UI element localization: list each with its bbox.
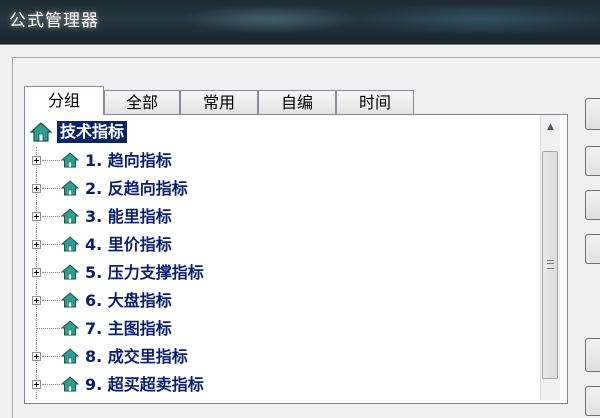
tree-item[interactable]: 1. 趋向指标: [25, 147, 545, 175]
side-button-5[interactable]: [585, 338, 600, 372]
tree-item-label[interactable]: 4. 里价指标: [85, 234, 172, 256]
side-button-1[interactable]: [585, 98, 600, 130]
tree-connector: [42, 356, 60, 357]
tree-item[interactable]: 4. 里价指标: [25, 231, 545, 259]
tree-item-label[interactable]: 5. 压力支撑指标: [85, 262, 204, 284]
tree-connector: [36, 328, 60, 329]
side-button-6[interactable]: [585, 386, 600, 416]
tree-connector: [42, 216, 60, 217]
tree-connector: [42, 272, 60, 273]
tree-connector: [42, 384, 60, 385]
expand-plus-icon[interactable]: [32, 184, 41, 193]
home-icon: [60, 208, 80, 228]
tree-item-label[interactable]: 3. 能里指标: [85, 206, 172, 228]
tab-group[interactable]: 分组: [24, 86, 104, 115]
expand-plus-icon[interactable]: [32, 352, 41, 361]
tree-connector: [42, 160, 60, 161]
tree-item-label[interactable]: 1. 趋向指标: [85, 150, 172, 172]
title-bar[interactable]: 公式管理器: [0, 0, 600, 44]
tree-item[interactable]: 6. 大盘指标: [25, 287, 545, 315]
tree-item-label[interactable]: 2. 反趋向指标: [85, 178, 188, 200]
tab-time[interactable]: 时间: [336, 90, 414, 114]
tree-item[interactable]: 3. 能里指标: [25, 203, 545, 231]
tree-connector: [42, 244, 60, 245]
home-icon: [60, 236, 80, 256]
expand-plus-icon[interactable]: [32, 212, 41, 221]
tree-connector: [36, 315, 37, 343]
expand-plus-icon[interactable]: [32, 380, 41, 389]
tab-custom[interactable]: 自编: [258, 90, 336, 114]
title-bar-glow: [180, 4, 360, 34]
tree-item[interactable]: 2. 反趋向指标: [25, 175, 545, 203]
expand-plus-icon[interactable]: [32, 296, 41, 305]
tree-item-label[interactable]: 7. 主图指标: [85, 318, 172, 340]
tree-item[interactable]: 7. 主图指标: [25, 315, 545, 343]
tab-common[interactable]: 常用: [180, 90, 258, 114]
tree-connector: [42, 300, 60, 301]
home-icon: [60, 152, 80, 172]
home-icon: [60, 348, 80, 368]
home-icon: [60, 180, 80, 200]
tab-all[interactable]: 全部: [104, 90, 180, 114]
tree-connector: [42, 188, 60, 189]
home-icon: [60, 264, 80, 284]
grip-icon: [547, 260, 554, 269]
tree-item[interactable]: 8. 成交里指标: [25, 343, 545, 371]
side-button-2[interactable]: [585, 146, 600, 176]
title-bar-glow-right: [360, 2, 600, 36]
tree-item[interactable]: 9. 超买超卖指标: [25, 371, 545, 399]
tree-root-label[interactable]: 技术指标: [57, 121, 128, 143]
tree-item[interactable]: 5. 压力支撑指标: [25, 259, 545, 287]
scroll-up-arrow-icon[interactable]: ▲: [543, 119, 558, 136]
side-button-4[interactable]: [585, 234, 600, 264]
tree-item-label[interactable]: 8. 成交里指标: [85, 346, 188, 368]
home-icon: [60, 292, 80, 312]
home-icon: [29, 122, 53, 146]
expand-plus-icon[interactable]: [32, 240, 41, 249]
home-icon: [60, 376, 80, 396]
formula-tree[interactable]: 技术指标 1. 趋向指标 2. 反趋向指标 3. 能里指标 4. 里价指标 5.…: [24, 114, 568, 404]
tree-root[interactable]: 技术指标: [25, 119, 545, 147]
scrollbar-thumb[interactable]: [542, 151, 558, 379]
tree-scrollbar[interactable]: ▲: [540, 115, 560, 400]
tree-item-label[interactable]: 6. 大盘指标: [85, 290, 172, 312]
home-icon: [60, 320, 80, 340]
side-button-3[interactable]: [585, 190, 600, 220]
expand-plus-icon[interactable]: [32, 156, 41, 165]
tree-item-label[interactable]: 9. 超买超卖指标: [85, 374, 204, 396]
expand-plus-icon[interactable]: [32, 268, 41, 277]
window-title: 公式管理器: [9, 11, 99, 31]
